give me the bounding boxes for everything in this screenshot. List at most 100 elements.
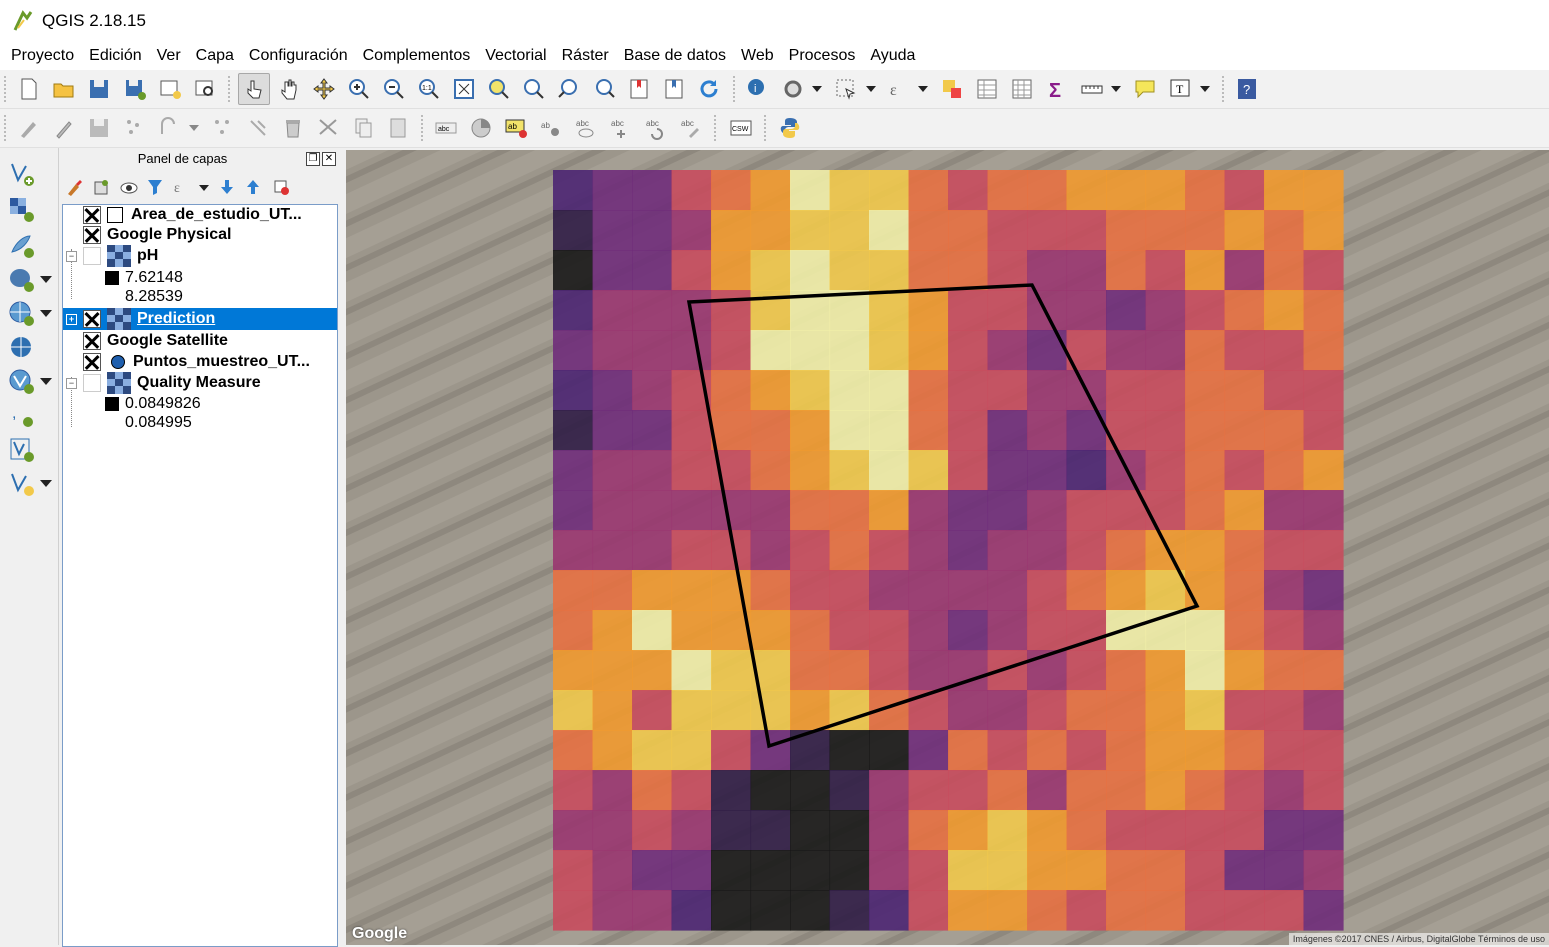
add-wfs-layer-icon[interactable]: [8, 368, 36, 396]
annotation-dropdown-icon[interactable]: [1200, 86, 1210, 92]
select-dropdown-icon[interactable]: [866, 86, 876, 92]
move-label-icon[interactable]: abc: [608, 115, 634, 141]
layer-visibility-checkbox[interactable]: [83, 247, 101, 265]
toggle-editing-icon[interactable]: [51, 115, 77, 141]
layer-visibility-checkbox[interactable]: [83, 310, 101, 328]
add-postgis-layer-icon[interactable]: [8, 266, 36, 294]
menu-complementos[interactable]: Complementos: [355, 47, 478, 65]
menu-edicion[interactable]: Edición: [81, 47, 148, 65]
text-annotation-icon[interactable]: T: [1167, 76, 1193, 102]
float-panel-icon[interactable]: ❐: [306, 152, 320, 166]
open-project-icon[interactable]: [51, 76, 77, 102]
close-panel-icon[interactable]: ✕: [322, 152, 336, 166]
copy-features-icon[interactable]: [350, 115, 376, 141]
layer-row-google-physical[interactable]: Google Physical: [63, 225, 337, 245]
zoom-next-icon[interactable]: [591, 76, 617, 102]
layer-visibility-checkbox[interactable]: [83, 206, 101, 224]
measure-dropdown-icon[interactable]: [1111, 86, 1121, 92]
action-dropdown-icon[interactable]: [812, 86, 822, 92]
show-bookmarks-icon[interactable]: [661, 76, 687, 102]
add-feature-icon[interactable]: [122, 115, 148, 141]
wfs-dropdown-icon[interactable]: [40, 378, 52, 385]
zoom-out-icon[interactable]: [381, 76, 407, 102]
menu-proyecto[interactable]: Proyecto: [0, 47, 81, 65]
new-layer-dropdown-icon[interactable]: [40, 480, 52, 487]
new-project-icon[interactable]: [16, 76, 42, 102]
zoom-full-icon[interactable]: [451, 76, 477, 102]
layer-row-quality-measure[interactable]: Quality Measure: [63, 372, 337, 394]
menu-ayuda[interactable]: Ayuda: [862, 47, 922, 65]
expand-prediction-icon[interactable]: +: [66, 314, 77, 325]
save-edits-icon[interactable]: [86, 115, 112, 141]
zoom-last-icon[interactable]: [556, 76, 582, 102]
menu-ver[interactable]: Ver: [149, 47, 188, 65]
menu-vectorial[interactable]: Vectorial: [477, 47, 553, 65]
python-console-icon[interactable]: [777, 115, 803, 141]
filter-by-expression-icon[interactable]: ε: [172, 178, 190, 196]
layer-row-puntos-muestreo[interactable]: Puntos_muestreo_UT...: [63, 352, 337, 372]
pan-touch-icon[interactable]: [238, 73, 270, 105]
layer-row-area-de-estudio[interactable]: Area_de_estudio_UT...: [63, 205, 337, 225]
remove-layer-icon[interactable]: [272, 178, 290, 196]
pan-to-selection-icon[interactable]: [311, 76, 337, 102]
field-calculator-icon[interactable]: [1009, 76, 1035, 102]
zoom-actual-size-icon[interactable]: 1:1: [416, 76, 442, 102]
add-wms-layer-icon[interactable]: [8, 300, 36, 328]
collapse-all-icon[interactable]: [244, 178, 262, 196]
layer-visibility-checkbox[interactable]: [83, 226, 101, 244]
deselect-features-icon[interactable]: [939, 76, 965, 102]
layer-row-ph[interactable]: pH: [63, 245, 337, 267]
select-features-icon[interactable]: [833, 76, 859, 102]
add-wcs-layer-icon[interactable]: [8, 334, 36, 362]
select-by-expression-icon[interactable]: ε: [886, 76, 912, 102]
save-as-icon[interactable]: [122, 76, 148, 102]
add-spatialite-layer-icon[interactable]: [8, 232, 36, 260]
run-feature-action-icon[interactable]: [780, 76, 806, 102]
node-tool-icon[interactable]: [245, 115, 271, 141]
toolbar-grip[interactable]: [4, 115, 10, 141]
wms-dropdown-icon[interactable]: [40, 310, 52, 317]
add-delimited-text-icon[interactable]: ,: [8, 402, 36, 430]
current-edits-icon[interactable]: [16, 115, 42, 141]
statistical-summary-icon[interactable]: Σ: [1044, 76, 1070, 102]
rotate-label-icon[interactable]: abc: [643, 115, 669, 141]
expand-all-icon[interactable]: [218, 178, 236, 196]
pin-labels-icon[interactable]: ab: [538, 115, 564, 141]
menu-base-de-datos[interactable]: Base de datos: [616, 47, 733, 65]
zoom-in-icon[interactable]: [346, 76, 372, 102]
filter-dropdown-icon[interactable]: [199, 185, 209, 191]
filter-legend-icon[interactable]: [146, 178, 164, 196]
add-circular-string-icon[interactable]: [157, 115, 183, 141]
layer-visibility-checkbox[interactable]: [83, 353, 101, 371]
attribute-table-icon[interactable]: [974, 76, 1000, 102]
zoom-to-selection-icon[interactable]: [486, 76, 512, 102]
imagery-credits[interactable]: Imágenes ©2017 CNES / Airbus, DigitalGlo…: [1288, 933, 1549, 945]
pan-map-icon[interactable]: [276, 76, 302, 102]
measure-line-icon[interactable]: [1079, 76, 1105, 102]
paste-features-icon[interactable]: [385, 115, 411, 141]
zoom-to-layer-icon[interactable]: [521, 76, 547, 102]
style-manager-icon[interactable]: [66, 178, 84, 196]
csw-metasearch-icon[interactable]: CSW: [728, 115, 754, 141]
add-vector-layer-icon[interactable]: [8, 160, 36, 188]
cut-features-icon[interactable]: [315, 115, 341, 141]
save-project-icon[interactable]: [86, 76, 112, 102]
add-raster-layer-icon[interactable]: [8, 196, 36, 224]
move-feature-icon[interactable]: [210, 115, 236, 141]
layer-visibility-checkbox[interactable]: [83, 374, 101, 392]
postgis-dropdown-icon[interactable]: [40, 276, 52, 283]
add-group-icon[interactable]: [92, 178, 110, 196]
expression-dropdown-icon[interactable]: [918, 86, 928, 92]
show-hide-labels-icon[interactable]: abc: [573, 115, 599, 141]
menu-capa[interactable]: Capa: [188, 47, 241, 65]
menu-raster[interactable]: Ráster: [554, 47, 616, 65]
manage-map-themes-icon[interactable]: [120, 178, 138, 196]
layer-diagram-options-icon[interactable]: [468, 115, 494, 141]
layer-labeling-options-icon[interactable]: abc: [433, 115, 459, 141]
add-virtual-layer-icon[interactable]: [8, 436, 36, 464]
help-icon[interactable]: ?: [1234, 76, 1260, 102]
new-shapefile-layer-icon[interactable]: [8, 470, 36, 498]
highlight-pinned-labels-icon[interactable]: ab: [503, 115, 529, 141]
delete-selected-icon[interactable]: [280, 115, 306, 141]
menu-procesos[interactable]: Procesos: [781, 47, 863, 65]
